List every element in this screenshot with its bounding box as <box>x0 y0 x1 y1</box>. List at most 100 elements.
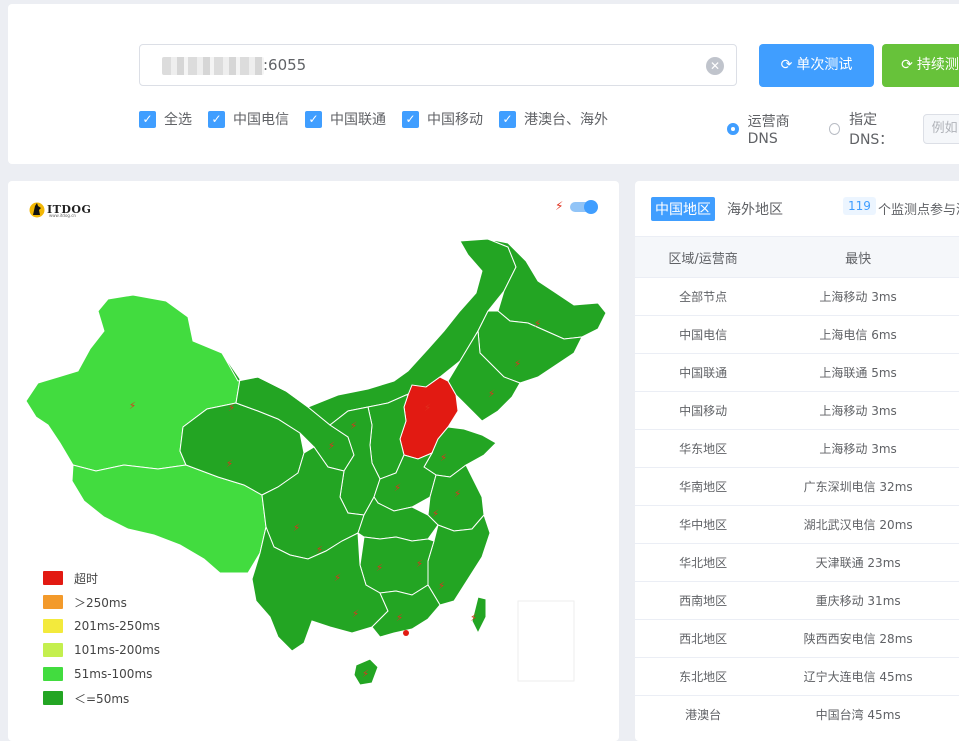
checkbox-select-all[interactable]: ✓ 全选 <box>139 109 192 129</box>
svg-text:⚡: ⚡ <box>488 389 495 400</box>
svg-text:⚡: ⚡ <box>352 609 359 620</box>
legend-item[interactable]: 超时 <box>43 566 160 590</box>
svg-text:⚡: ⚡ <box>534 319 541 330</box>
table-row[interactable]: 中国联通 上海联通 5ms <box>635 353 959 392</box>
cell-fastest: 陕西西安电信 28ms <box>771 619 959 658</box>
legend-label: ＜=50ms <box>74 691 130 706</box>
single-test-label: 单次测试 <box>796 57 853 73</box>
cell-region: 东北地区 <box>635 657 772 696</box>
checkbox-hk-overseas[interactable]: ✓ 港澳台、海外 <box>499 109 608 129</box>
legend-label: 101ms-200ms <box>74 643 161 657</box>
checkbox-label: 中国移动 <box>427 112 483 128</box>
legend-label: 51ms-100ms <box>74 667 153 681</box>
legend-swatch <box>43 571 63 585</box>
svg-text:⚡: ⚡ <box>396 613 403 624</box>
cell-region: 中国联通 <box>635 353 772 392</box>
svg-text:⚡: ⚡ <box>362 669 369 680</box>
legend-label: ＞250ms <box>74 595 127 610</box>
legend-label: 超时 <box>74 571 99 586</box>
tab-china[interactable]: 中国地区 <box>651 197 715 221</box>
legend-swatch <box>43 619 63 633</box>
table-row[interactable]: 华中地区 湖北武汉电信 20ms <box>635 505 959 544</box>
refresh-icon: ⟳ <box>780 57 793 73</box>
cell-region: 华中地区 <box>635 505 772 544</box>
svg-text:⚡: ⚡ <box>129 401 136 412</box>
checkbox-label: 全选 <box>164 112 192 128</box>
legend-item[interactable]: ＜=50ms <box>43 686 160 710</box>
checkbox-label: 中国电信 <box>233 112 289 128</box>
check-icon: ✓ <box>499 110 516 128</box>
cell-region: 中国移动 <box>635 391 772 430</box>
redacted-host <box>162 57 264 75</box>
legend-label: 201ms-250ms <box>74 619 161 633</box>
radio-carrier-dns[interactable] <box>727 123 739 135</box>
checkbox-label: 港澳台、海外 <box>524 112 608 128</box>
legend-item[interactable]: 101ms-200ms <box>43 638 160 662</box>
table-row[interactable]: 中国电信 上海电信 6ms <box>635 315 959 354</box>
cell-fastest: 上海联通 5ms <box>771 353 959 392</box>
legend-item[interactable]: ＞250ms <box>43 590 160 614</box>
legend-swatch <box>43 643 63 657</box>
legend-item[interactable]: 51ms-100ms <box>43 662 160 686</box>
legend-swatch <box>43 691 63 705</box>
svg-text:⚡: ⚡ <box>316 545 323 556</box>
cell-region: 西北地区 <box>635 619 772 658</box>
svg-text:⚡: ⚡ <box>432 509 439 520</box>
table-row[interactable]: 华南地区 广东深圳电信 32ms <box>635 467 959 506</box>
single-test-button[interactable]: ⟳ 单次测试 <box>759 44 874 87</box>
cell-fastest: 湖北武汉电信 20ms <box>771 505 959 544</box>
checkbox-telecom[interactable]: ✓ 中国电信 <box>208 109 289 129</box>
table-row[interactable]: 港澳台 中国台湾 45ms <box>635 695 959 733</box>
table-row[interactable]: 全部节点 上海移动 3ms <box>635 277 959 316</box>
table-row[interactable]: 华东地区 上海移动 3ms <box>635 429 959 468</box>
svg-text:⚡: ⚡ <box>376 563 383 574</box>
check-icon: ✓ <box>305 110 322 128</box>
svg-text:⚡: ⚡ <box>454 489 461 500</box>
table-row[interactable]: 西北地区 陕西西安电信 28ms <box>635 619 959 658</box>
cell-fastest: 上海移动 3ms <box>771 277 959 316</box>
url-port-text: :6055 <box>263 56 307 74</box>
target-url-input[interactable]: :6055 ✕ <box>139 44 737 86</box>
legend-item[interactable]: 201ms-250ms <box>43 614 160 638</box>
table-row[interactable]: 华北地区 天津联通 23ms <box>635 543 959 582</box>
column-header-region[interactable]: 区域/运营商 <box>635 236 772 278</box>
cell-fastest: 中国台湾 45ms <box>771 695 959 733</box>
custom-dns-input[interactable]: 例如 <box>922 114 959 144</box>
cell-fastest: 上海移动 3ms <box>771 391 959 430</box>
radio-custom-dns[interactable] <box>829 123 841 135</box>
svg-text:⚡: ⚡ <box>394 483 401 494</box>
column-header-fastest[interactable]: 最快 <box>771 236 959 278</box>
svg-text:⚡: ⚡ <box>424 403 431 414</box>
table-row[interactable]: 西南地区 重庆移动 31ms <box>635 581 959 620</box>
tab-overseas[interactable]: 海外地区 <box>727 199 783 219</box>
svg-text:⚡: ⚡ <box>470 613 477 624</box>
svg-text:⚡: ⚡ <box>514 359 521 370</box>
continuous-test-label: 持续测试 <box>916 57 959 73</box>
svg-text:⚡: ⚡ <box>293 523 300 534</box>
cell-fastest: 辽宁大连电信 45ms <box>771 657 959 696</box>
table-row[interactable]: 中国移动 上海移动 3ms <box>635 391 959 430</box>
dns-option-group: 运营商DNS 指定DNS： 例如 <box>727 109 959 149</box>
svg-text:⚡: ⚡ <box>228 403 235 414</box>
latency-map-panel: ITDOG www.itdog.cn ⚡ ⚡ ⚡ ⚡ ⚡ ⚡ ⚡ ⚡ ⚡ ⚡ ⚡… <box>8 181 619 741</box>
table-row[interactable]: 东北地区 辽宁大连电信 45ms <box>635 657 959 696</box>
continuous-test-button[interactable]: ⟳持续测试 <box>882 44 959 87</box>
radio-label: 运营商DNS <box>747 114 790 147</box>
cell-region: 港澳台 <box>635 695 772 733</box>
cell-region: 华北地区 <box>635 543 772 582</box>
region-hongkong[interactable] <box>403 630 409 636</box>
svg-text:⚡: ⚡ <box>440 453 447 464</box>
svg-text:⚡: ⚡ <box>226 459 233 470</box>
south-sea-inset <box>517 600 575 682</box>
legend-swatch <box>43 595 63 609</box>
clear-icon[interactable]: ✕ <box>706 57 724 75</box>
cell-fastest: 天津联通 23ms <box>771 543 959 582</box>
checkbox-mobile[interactable]: ✓ 中国移动 <box>402 109 483 129</box>
results-table: 区域/运营商 最快 全部节点 上海移动 3ms 中国电信 上海电信 6ms 中国联通… <box>635 236 959 733</box>
checkbox-unicom[interactable]: ✓ 中国联通 <box>305 109 386 129</box>
refresh-icon: ⟳ <box>901 57 913 73</box>
svg-text:⚡: ⚡ <box>416 559 423 570</box>
table-header-row: 区域/运营商 最快 <box>635 236 959 278</box>
node-count-text: 个监测点参与测 <box>878 203 959 218</box>
latency-legend: 超时 ＞250ms 201ms-250ms 101ms-200ms 51ms-1… <box>43 566 160 710</box>
